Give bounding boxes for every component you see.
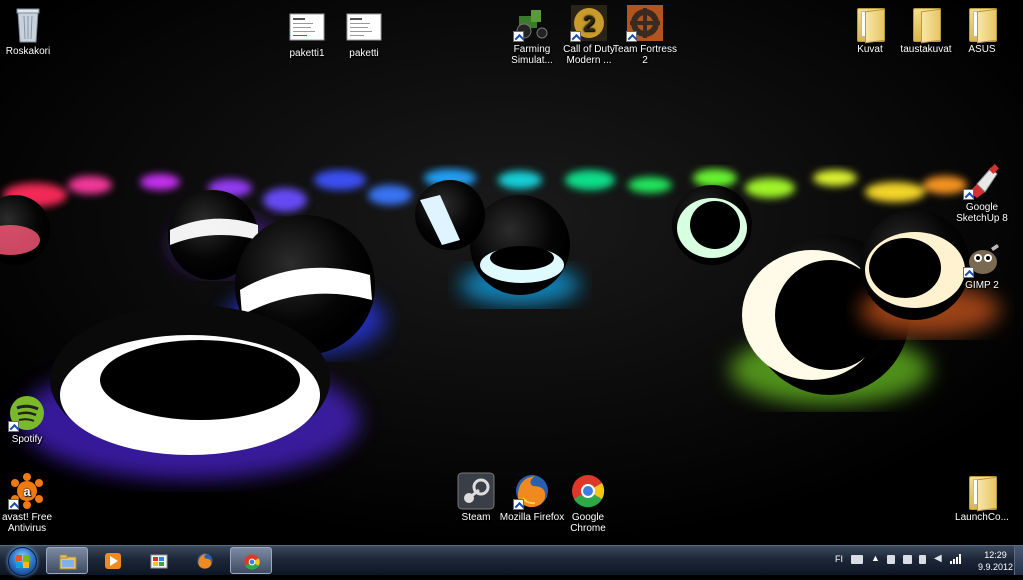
system-tray: FI ▲ ◀ 12:29 9.9.2012 [833,546,1023,575]
steam-icon [457,472,495,510]
firefox-icon [513,472,551,510]
taskbar-paint-button[interactable] [138,547,180,574]
show-hidden-icons-icon[interactable]: ▲ [871,553,880,563]
recycle-bin-desktop-icon[interactable]: Roskakori [0,6,64,57]
spotify-icon [8,394,46,432]
svg-text:2: 2 [583,11,595,36]
icon-label: Roskakori [5,46,51,57]
team-fortress-2-desktop-icon[interactable]: Team Fortress 2 [609,4,681,66]
icon-label: GIMP 2 [965,280,999,291]
keyboard-icon[interactable] [851,555,863,564]
folder-icon [907,4,945,44]
shortcut-arrow-icon [8,421,19,432]
chrome-icon [569,472,607,510]
mw2-logo-icon: 2 [570,4,608,42]
firefox-icon [196,552,214,570]
gimp-desktop-icon[interactable]: GIMP 2 [946,240,1018,291]
media-player-icon [104,552,122,570]
paketti-desktop-icon[interactable]: paketti [328,8,400,59]
icon-label: Google Chrome [570,512,606,534]
paint-app-icon [150,552,168,570]
network-signal-icon[interactable] [950,554,962,566]
recycle-bin-icon [9,6,47,44]
tractor-icon [513,4,551,42]
taskbar-explorer-button[interactable] [46,547,88,574]
language-indicator[interactable]: FI [835,554,843,564]
icon-label: ASUS [968,44,996,55]
svg-text:a: a [23,484,31,499]
document-icon [345,8,383,46]
folder-icon [851,4,889,44]
wallpaper-glowing-spheres [0,0,1023,545]
taskbar-chrome-button[interactable] [230,547,272,574]
show-desktop-button[interactable] [1014,546,1023,575]
shortcut-arrow-icon [570,31,581,42]
device-icon[interactable] [903,555,912,564]
windows-logo-icon [8,547,37,576]
spotify-desktop-icon[interactable]: Spotify [0,394,63,445]
shortcut-arrow-icon [963,189,974,200]
sketchup-icon [963,162,1001,200]
icon-label: avast! Free Antivirus [1,512,53,534]
tf2-logo-icon [626,4,664,42]
shortcut-arrow-icon [626,31,637,42]
shortcut-arrow-icon [963,267,974,278]
launchco-folder-desktop-icon[interactable]: LaunchCo... [946,472,1018,523]
desktop[interactable]: Roskakori paketti1 paketti Farming Simul… [0,0,1023,545]
shortcut-arrow-icon [513,31,524,42]
folder-icon [963,472,1001,512]
taskbar: FI ▲ ◀ 12:29 9.9.2012 [0,545,1023,576]
google-chrome-desktop-icon[interactable]: Google Chrome [552,472,624,534]
icon-label: LaunchCo... [955,512,1009,523]
clock-date: 9.9.2012 [977,562,1013,572]
gimp-icon [963,240,1001,278]
battery-icon[interactable] [919,555,926,564]
start-button[interactable] [4,546,40,576]
shortcut-arrow-icon [513,499,524,510]
document-icon [288,8,326,46]
icon-label: Spotify [11,434,43,445]
asus-folder-desktop-icon[interactable]: ASUS [946,4,1018,55]
taskbar-media-player-button[interactable] [92,547,134,574]
volume-icon[interactable]: ◀ [934,553,942,564]
clock[interactable]: 12:29 9.9.2012 [978,549,1013,573]
avast-icon: a [8,472,46,510]
windows-explorer-icon [59,553,77,571]
chrome-icon [243,553,261,571]
clock-time: 12:29 [984,550,1007,560]
icon-label: Google SketchUp 8 [956,202,1008,224]
shortcut-arrow-icon [8,499,19,510]
icon-label: Team Fortress 2 [613,44,677,66]
folder-icon [963,4,1001,44]
avast-desktop-icon[interactable]: a avast! Free Antivirus [0,472,63,534]
icon-label: paketti [349,48,379,59]
google-sketchup-desktop-icon[interactable]: Google SketchUp 8 [946,162,1018,224]
action-center-flag-icon[interactable] [887,555,895,564]
taskbar-firefox-button[interactable] [184,547,226,574]
